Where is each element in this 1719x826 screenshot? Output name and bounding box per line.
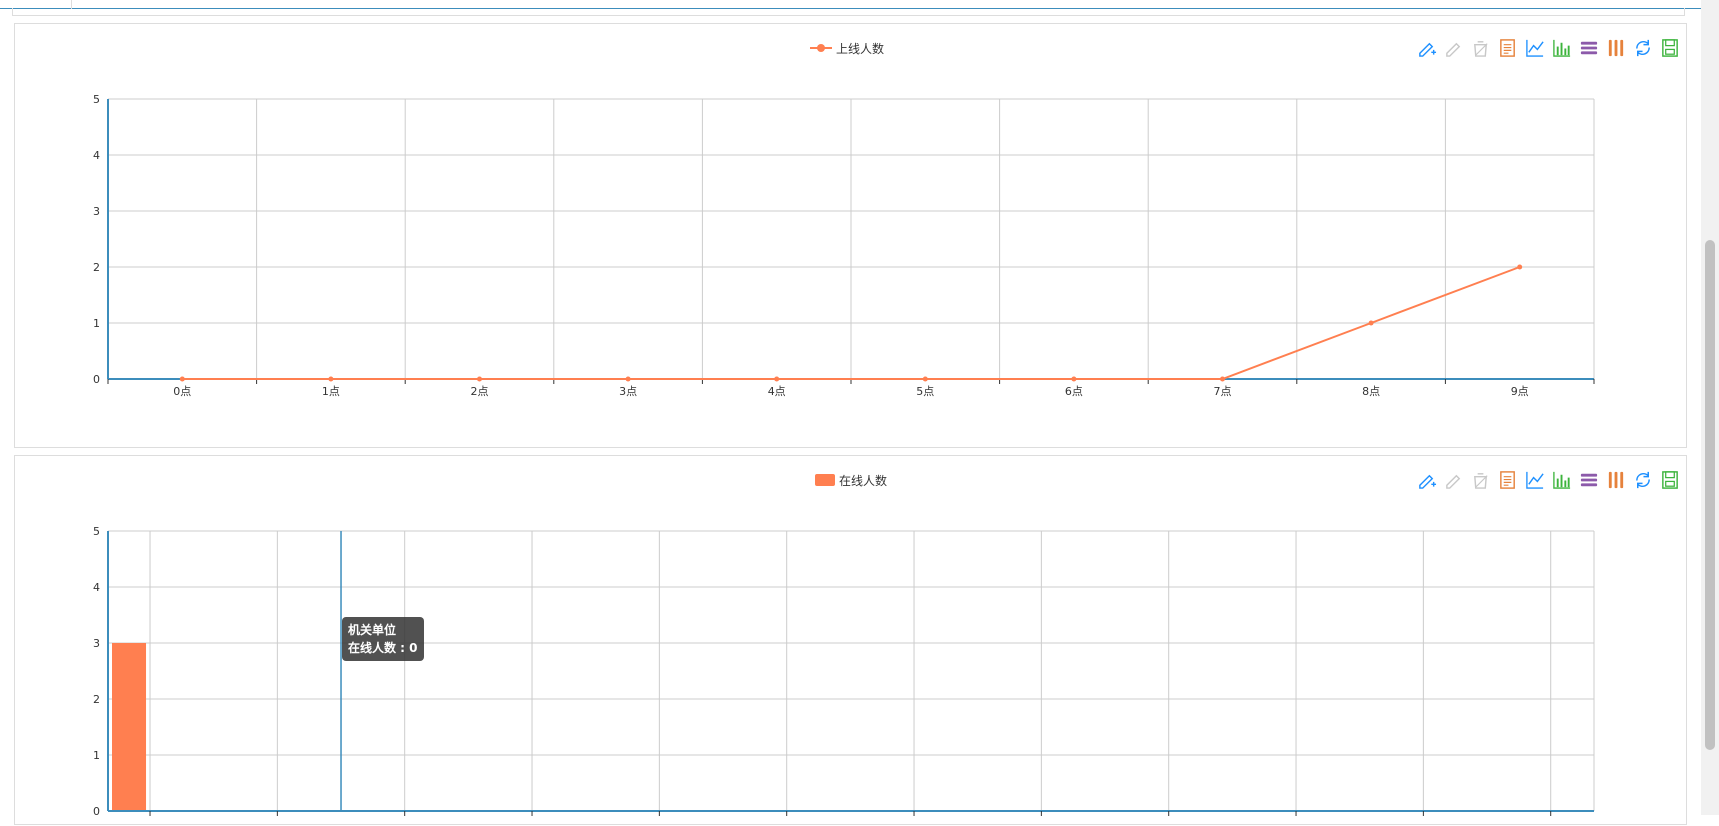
data-point [1517, 264, 1523, 270]
data-point [774, 376, 780, 382]
previous-panel-bottom [12, 8, 1685, 16]
y-tick-label: 3 [93, 205, 100, 218]
x-tick-label: 4点 [768, 385, 786, 398]
y-tick-label: 0 [93, 805, 100, 818]
y-tick-label: 0 [93, 373, 100, 386]
data-point [1220, 376, 1225, 382]
bar-chart: 0 1 2 3 4 5 [93, 525, 1595, 818]
x-tick-label: 7点 [1214, 385, 1232, 398]
y-tick-label: 1 [93, 317, 100, 330]
tooltip-value: 在线人数 : 0 [348, 641, 418, 655]
y-tick-label: 2 [93, 693, 100, 706]
x-tick-label: 8点 [1362, 385, 1380, 398]
x-tick-label: 9点 [1511, 385, 1529, 398]
bar [112, 643, 147, 811]
scrollbar-thumb[interactable] [1705, 240, 1715, 750]
data-point [1368, 320, 1374, 326]
y-tick-label: 3 [93, 637, 100, 650]
y-tick-label: 4 [93, 149, 100, 162]
x-tick-label: 6点 [1065, 385, 1083, 398]
y-tick-label: 5 [93, 525, 100, 538]
data-point [922, 376, 928, 382]
data-point [1071, 376, 1077, 382]
y-tick-label: 1 [93, 749, 100, 762]
y-tick-label: 5 [93, 93, 100, 106]
tooltip-category: 机关单位 [348, 623, 397, 637]
x-tick-label: 0点 [173, 385, 191, 398]
x-tick-label: 3点 [619, 385, 637, 398]
chart-panel-online-by-unit: 在线人数 012345 机关单位 在线人数 : 0 [14, 455, 1687, 825]
data-point [477, 376, 482, 382]
x-tick-label: 5点 [916, 385, 934, 398]
x-tick-label: 2点 [471, 385, 489, 398]
y-tick-label: 2 [93, 261, 100, 274]
chart-panel-online-trend: 上线人数 0 1 2 3 4 5 0点 1点 2点 3点 4点 5点 6点 7点 8点 9点 [14, 23, 1687, 448]
data-point [179, 376, 185, 382]
data-point [625, 376, 631, 382]
x-tick-label: 1点 [322, 385, 340, 398]
y-tick-label: 4 [93, 581, 100, 594]
line-chart: 0 1 2 3 4 5 0点 1点 2点 3点 4点 5点 6点 7点 8点 9点 [93, 93, 1595, 398]
chart-tooltip: 机关单位 在线人数 : 0 [342, 617, 424, 661]
data-point [328, 376, 334, 382]
